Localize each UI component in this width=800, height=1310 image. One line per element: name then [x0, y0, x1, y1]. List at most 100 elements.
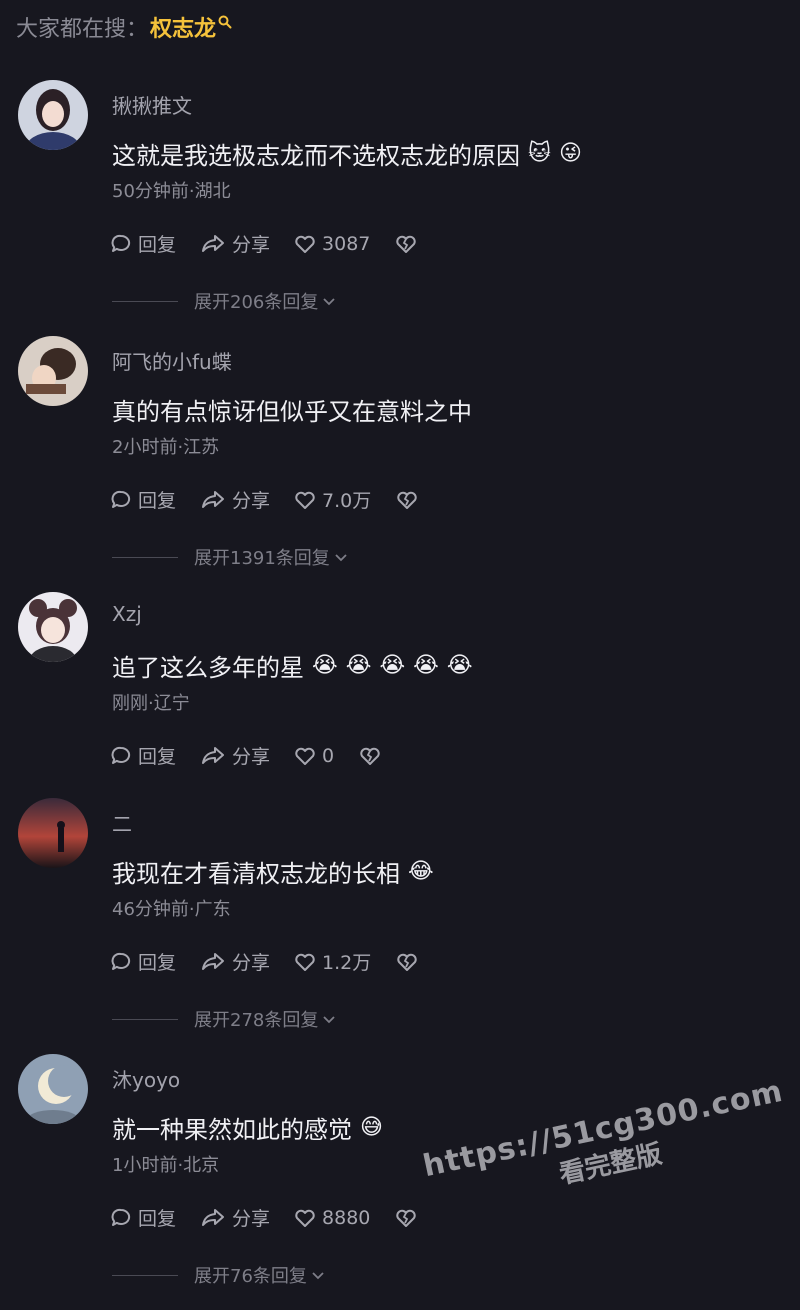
comment-meta: 46分钟前·广东: [112, 899, 231, 920]
avatar[interactable]: [18, 798, 88, 868]
reply-button[interactable]: 回复: [110, 948, 176, 975]
broken-heart-icon: [397, 953, 417, 971]
like-button[interactable]: 7.0万: [294, 486, 371, 513]
comment-meta: 50分钟前·湖北: [112, 181, 231, 202]
comment-text-body: 我现在才看清权志龙的长相: [112, 860, 400, 888]
comment-username[interactable]: 二: [112, 808, 132, 837]
reply-button[interactable]: 回复: [110, 230, 176, 257]
dislike-button[interactable]: [358, 746, 382, 766]
winking-tongue-emoji-icon: 😜: [558, 140, 582, 166]
comment-text-body: 追了这么多年的星: [112, 654, 304, 682]
comment-username[interactable]: 阿飞的小fu蝶: [112, 346, 232, 375]
expand-replies-label: 展开76条回复: [194, 1266, 307, 1287]
share-button[interactable]: 分享: [200, 486, 270, 513]
comment-text: 就一种果然如此的感觉 😅: [112, 1110, 383, 1145]
reply-label: 回复: [138, 234, 177, 256]
share-label: 分享: [232, 952, 271, 974]
chevron-down-icon: [323, 298, 335, 306]
reply-label: 回复: [138, 1208, 177, 1230]
reply-label: 回复: [138, 952, 177, 974]
reply-label: 回复: [138, 746, 177, 768]
expand-replies-label: 展开206条回复: [194, 292, 319, 313]
comment-actions: 回复 分享 0: [110, 742, 382, 769]
expand-replies-button[interactable]: 展开206条回复: [112, 288, 336, 314]
crying-emoji-icon: 😭: [413, 652, 439, 678]
dislike-button[interactable]: [395, 490, 419, 510]
share-icon: [202, 234, 225, 252]
reply-icon: [111, 746, 131, 764]
like-button[interactable]: 8880: [294, 1207, 370, 1229]
divider: [112, 300, 178, 302]
like-count: 8880: [322, 1206, 371, 1229]
broken-heart-icon: [360, 747, 380, 765]
share-button[interactable]: 分享: [200, 230, 270, 257]
share-button[interactable]: 分享: [200, 948, 270, 975]
search-suggestion-term[interactable]: 权志龙: [150, 11, 216, 43]
dislike-button[interactable]: [394, 234, 418, 254]
chevron-down-icon: [312, 1272, 324, 1280]
share-button[interactable]: 分享: [200, 742, 270, 769]
reply-label: 回复: [138, 490, 177, 512]
heart-icon: [295, 235, 315, 253]
divider: [112, 1018, 178, 1020]
divider: [112, 556, 178, 558]
avatar[interactable]: [18, 1054, 88, 1124]
comment-meta: 1小时前·北京: [112, 1155, 220, 1176]
comment-username[interactable]: 揪揪推文: [112, 90, 192, 119]
comment-actions: 回复 分享 7.0万: [110, 486, 419, 513]
expand-replies-button[interactable]: 展开76条回复: [112, 1262, 325, 1288]
comment-meta: 2小时前·江苏: [112, 437, 220, 458]
expand-replies-label: 展开278条回复: [194, 1010, 319, 1031]
share-label: 分享: [232, 234, 271, 256]
like-button[interactable]: 0: [294, 745, 334, 767]
heart-icon: [295, 1209, 315, 1227]
dislike-button[interactable]: [395, 952, 419, 972]
crying-emoji-icon: 😭: [446, 652, 473, 678]
expand-replies-button[interactable]: 展开1391条回复: [112, 544, 348, 570]
avatar[interactable]: [18, 336, 88, 406]
share-label: 分享: [232, 490, 271, 512]
avatar[interactable]: [18, 80, 88, 150]
comment-actions: 回复 分享 8880: [110, 1204, 418, 1231]
reply-button[interactable]: 回复: [110, 742, 176, 769]
heart-icon: [295, 953, 315, 971]
comment-item: 揪揪推文 这就是我选极志龙而不选权志龙的原因 🐱 😜 50分钟前·湖北 回复 分…: [0, 80, 800, 336]
reply-icon: [111, 1208, 131, 1226]
expand-replies-label: 展开1391条回复: [194, 548, 330, 569]
comment-text-body: 真的有点惊讶但似乎又在意料之中: [112, 398, 472, 426]
crying-emoji-icon: 😭: [379, 652, 406, 678]
search-suggestion-prefix: 大家都在搜：: [16, 17, 149, 42]
comment-item: 阿飞的小fu蝶 真的有点惊讶但似乎又在意料之中 2小时前·江苏 回复 分享 7.…: [0, 336, 800, 592]
search-icon[interactable]: [218, 10, 232, 35]
divider: [112, 1274, 178, 1276]
broken-heart-icon: [396, 1209, 417, 1227]
cat-emoji-icon: 🐱: [528, 140, 551, 166]
comment-item: 沐yoyo 就一种果然如此的感觉 😅 1小时前·北京 回复 分享 8880 展开…: [0, 1054, 800, 1310]
reply-button[interactable]: 回复: [110, 1204, 176, 1231]
share-icon: [202, 490, 225, 508]
search-suggestion-bar[interactable]: 大家都在搜： 权志龙: [16, 10, 232, 44]
comment-username[interactable]: Xzj: [112, 602, 142, 626]
share-icon: [202, 746, 225, 764]
like-count: 0: [322, 744, 335, 767]
like-count: 1.2万: [322, 952, 372, 974]
comment-username[interactable]: 沐yoyo: [112, 1064, 180, 1093]
comment-text: 这就是我选极志龙而不选权志龙的原因 🐱 😜: [112, 136, 582, 171]
reply-icon: [111, 490, 131, 508]
share-button[interactable]: 分享: [200, 1204, 270, 1231]
comment-text: 我现在才看清权志龙的长相 😂: [112, 854, 434, 889]
reply-button[interactable]: 回复: [110, 486, 176, 513]
avatar[interactable]: [18, 592, 88, 662]
like-button[interactable]: 1.2万: [294, 948, 371, 975]
expand-replies-button[interactable]: 展开278条回复: [112, 1006, 336, 1032]
share-icon: [202, 952, 225, 970]
comment-text-body: 这就是我选极志龙而不选权志龙的原因: [112, 142, 520, 170]
share-label: 分享: [232, 1208, 271, 1230]
like-button[interactable]: 3087: [294, 233, 370, 255]
dislike-button[interactable]: [394, 1208, 418, 1228]
share-label: 分享: [232, 746, 271, 768]
reply-icon: [111, 234, 131, 252]
crying-emoji-icon: 😭: [345, 652, 372, 678]
heart-icon: [295, 491, 315, 509]
like-count: 7.0万: [322, 490, 372, 512]
